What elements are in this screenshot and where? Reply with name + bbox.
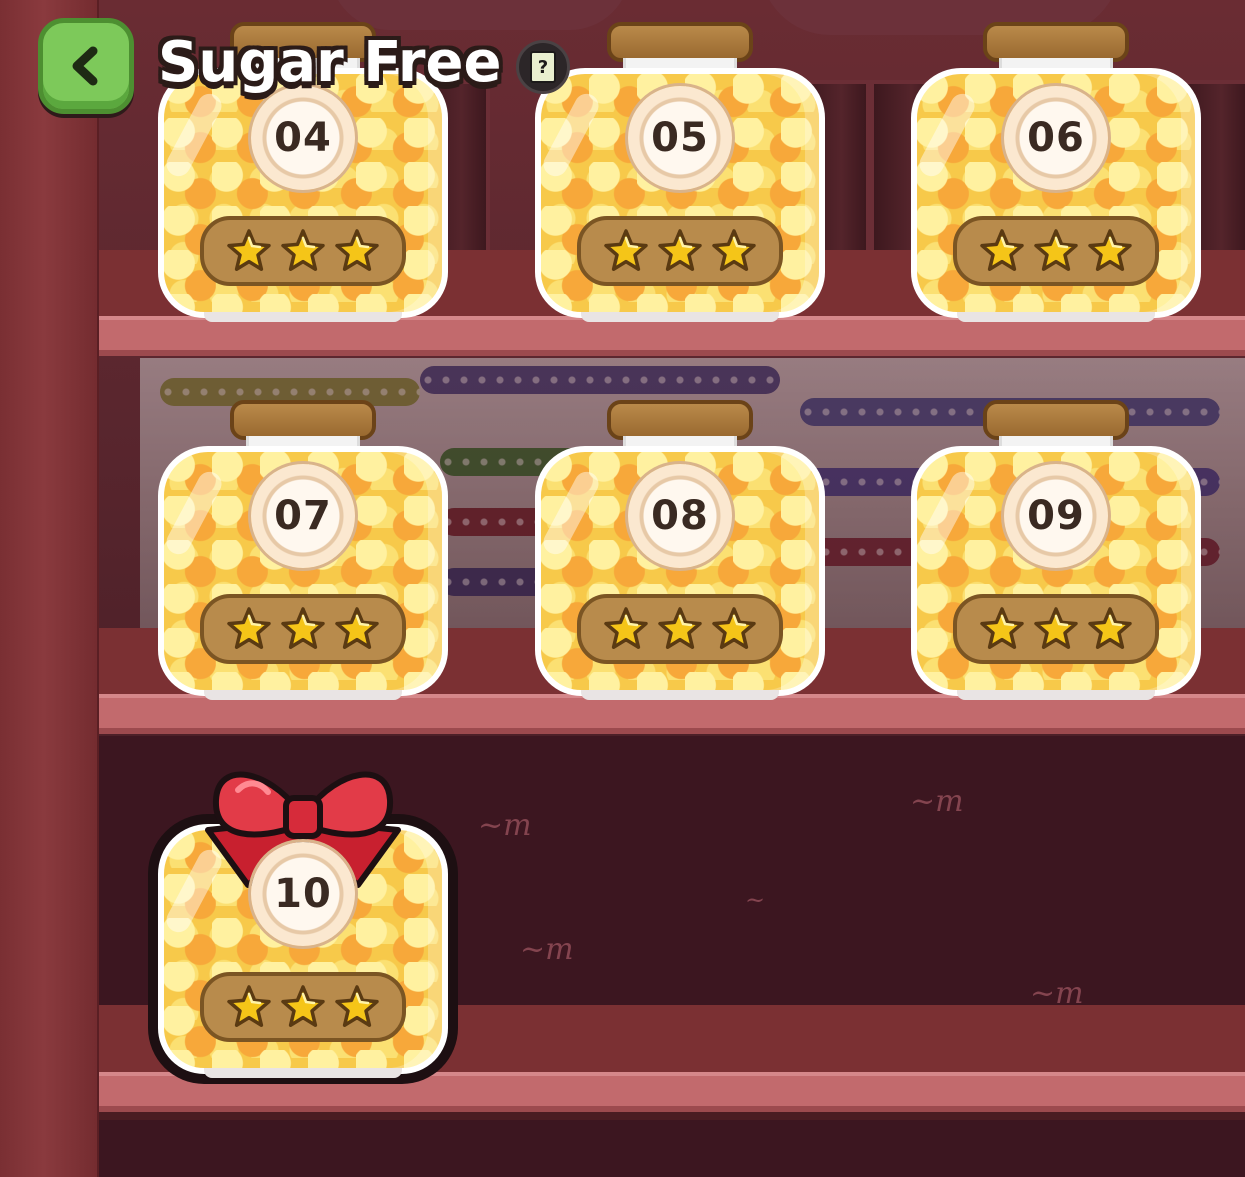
- wall-doodle: ~: [745, 886, 766, 914]
- chevron-left-icon: [72, 46, 98, 86]
- star-icon: [979, 606, 1025, 652]
- back-button[interactable]: [38, 18, 134, 114]
- jar-base: [581, 312, 779, 322]
- star-icon: [334, 606, 380, 652]
- level-jar-07[interactable]: 07: [158, 400, 448, 700]
- jar-lid: [607, 400, 753, 440]
- star-icon: [711, 606, 757, 652]
- jar-base: [581, 690, 779, 700]
- star-rating: [200, 972, 406, 1042]
- star-icon: [280, 228, 326, 274]
- star-icon: [1033, 606, 1079, 652]
- star-icon: [603, 228, 649, 274]
- level-badge: 05: [628, 86, 732, 190]
- star-icon: [657, 228, 703, 274]
- shelf: [99, 1072, 1245, 1112]
- page-title: Sugar Free: [158, 30, 502, 95]
- jar-lid: [607, 22, 753, 62]
- level-badge: 07: [251, 464, 355, 568]
- level-jar-06[interactable]: 06: [911, 22, 1201, 322]
- star-icon: [979, 228, 1025, 274]
- shelf: [99, 694, 1245, 734]
- star-icon: [711, 228, 757, 274]
- star-icon: [280, 984, 326, 1030]
- star-rating: [577, 594, 783, 664]
- level-number: 04: [274, 115, 332, 161]
- star-icon: [226, 228, 272, 274]
- wall-doodle: ~m: [478, 808, 532, 843]
- level-badge: 10: [251, 842, 355, 946]
- star-icon: [1033, 228, 1079, 274]
- jar-lid: [983, 400, 1129, 440]
- level-number: 08: [651, 493, 709, 539]
- star-icon: [334, 984, 380, 1030]
- shelf: [99, 316, 1245, 356]
- candy-row: [420, 366, 780, 394]
- level-badge: 09: [1004, 464, 1108, 568]
- jar-base: [204, 1068, 402, 1078]
- shelf-shadow: [99, 1112, 1245, 1120]
- question-book-icon: ?: [530, 51, 556, 83]
- level-number: 07: [274, 493, 332, 539]
- level-jar-08[interactable]: 08: [535, 400, 825, 700]
- jar-base: [204, 312, 402, 322]
- wall-doodle: ~m: [910, 784, 964, 819]
- star-rating: [200, 216, 406, 286]
- level-badge: 08: [628, 464, 732, 568]
- level-number: 10: [274, 871, 332, 917]
- wall-doodle: ~m: [520, 932, 574, 967]
- level-number: 09: [1027, 493, 1085, 539]
- level-jar-10[interactable]: 10: [158, 771, 448, 1078]
- star-rating: [953, 216, 1159, 286]
- jar-base: [957, 690, 1155, 700]
- jar-base: [957, 312, 1155, 322]
- jar-lid: [230, 400, 376, 440]
- star-rating: [953, 594, 1159, 664]
- star-rating: [200, 594, 406, 664]
- level-number: 06: [1027, 115, 1085, 161]
- star-icon: [226, 606, 272, 652]
- star-icon: [603, 606, 649, 652]
- shelf-post: [0, 0, 99, 1177]
- jar-base: [204, 690, 402, 700]
- star-icon: [334, 228, 380, 274]
- star-icon: [657, 606, 703, 652]
- star-icon: [226, 984, 272, 1030]
- level-jar-05[interactable]: 05: [535, 22, 825, 322]
- star-icon: [280, 606, 326, 652]
- level-number: 05: [651, 115, 709, 161]
- level-jar-09[interactable]: 09: [911, 400, 1201, 700]
- star-icon: [1087, 606, 1133, 652]
- star-icon: [1087, 228, 1133, 274]
- jar-lid: [983, 22, 1129, 62]
- star-rating: [577, 216, 783, 286]
- help-button[interactable]: ?: [516, 40, 570, 94]
- level-badge: 06: [1004, 86, 1108, 190]
